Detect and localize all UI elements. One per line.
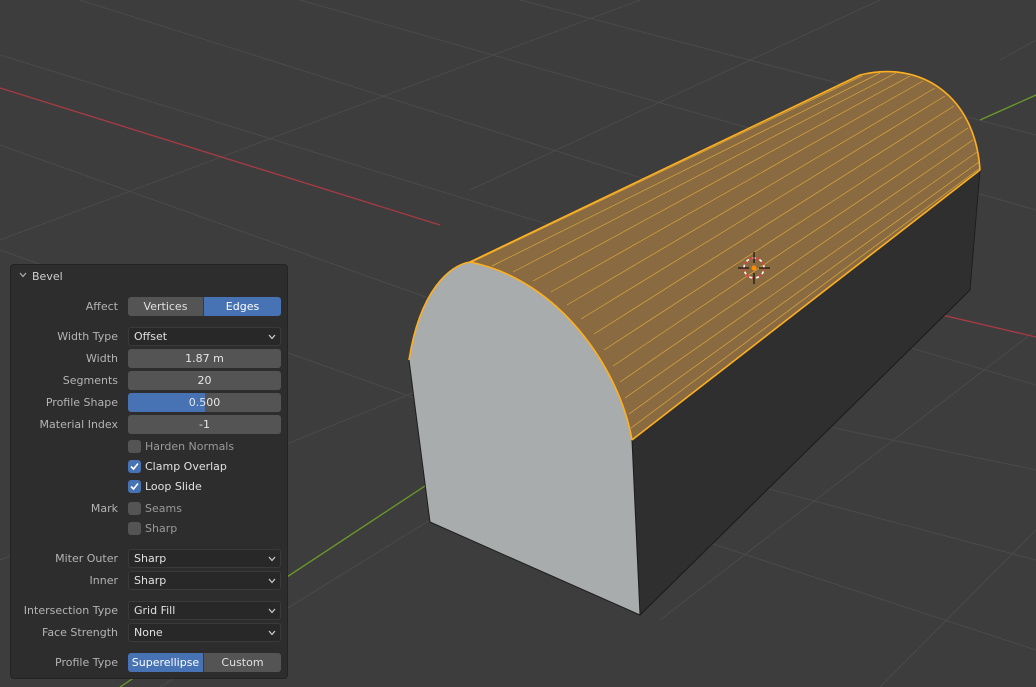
chevron-down-icon [268, 578, 276, 584]
profile-type-row: Profile Type Superellipse Custom [11, 653, 287, 673]
width-type-label: Width Type [57, 330, 118, 343]
material-index-value: -1 [199, 418, 210, 431]
checkmark-icon [130, 462, 139, 471]
inner-label: Inner [89, 574, 118, 587]
chevron-down-icon [268, 334, 276, 340]
width-type-value: Offset [134, 330, 168, 343]
face-strength-value: None [134, 626, 163, 639]
mark-label: Mark [90, 502, 118, 515]
mark-seams-row[interactable]: Mark Seams [11, 499, 287, 519]
inner-row: Inner Sharp [11, 571, 287, 591]
seams-checkbox[interactable] [128, 502, 141, 515]
loop-slide-checkbox[interactable] [128, 480, 141, 493]
segments-field[interactable]: 20 [128, 371, 281, 390]
width-type-dropdown[interactable]: Offset [128, 327, 281, 346]
affect-label: Affect [85, 300, 118, 313]
harden-normals-row[interactable]: Harden Normals [11, 437, 287, 457]
width-row: Width 1.87 m [11, 349, 287, 369]
profile-shape-slider[interactable]: 0.500 [128, 393, 281, 412]
checkmark-icon [130, 482, 139, 491]
bevel-operator-panel: Bevel Affect Vertices Edges Width Type O… [10, 264, 288, 679]
face-strength-label: Face Strength [42, 626, 118, 639]
profile-type-custom-button[interactable]: Custom [204, 653, 281, 672]
intersection-type-value: Grid Fill [134, 604, 176, 617]
segments-label: Segments [62, 374, 118, 387]
affect-edges-button[interactable]: Edges [204, 297, 281, 316]
loop-slide-label: Loop Slide [145, 480, 202, 493]
harden-normals-label: Harden Normals [145, 440, 235, 453]
chevron-down-icon [268, 630, 276, 636]
face-strength-dropdown[interactable]: None [128, 623, 281, 642]
sharp-checkbox[interactable] [128, 522, 141, 535]
mark-sharp-row[interactable]: Sharp [11, 519, 287, 539]
chevron-down-icon [268, 556, 276, 562]
segments-row: Segments 20 [11, 371, 287, 391]
intersection-type-dropdown[interactable]: Grid Fill [128, 601, 281, 620]
affect-row: Affect Vertices Edges [11, 297, 287, 317]
miter-outer-label: Miter Outer [55, 552, 118, 565]
clamp-overlap-checkbox[interactable] [128, 460, 141, 473]
intersection-type-row: Intersection Type Grid Fill [11, 601, 287, 621]
profile-type-superellipse-button[interactable]: Superellipse [128, 653, 204, 672]
affect-vertices-button[interactable]: Vertices [128, 297, 204, 316]
miter-outer-value: Sharp [134, 552, 167, 565]
chevron-down-icon [19, 272, 27, 278]
material-index-label: Material Index [39, 418, 118, 431]
face-strength-row: Face Strength None [11, 623, 287, 643]
profile-shape-value: 0.500 [188, 396, 221, 409]
seams-label: Seams [145, 502, 182, 515]
clamp-overlap-label: Clamp Overlap [145, 460, 227, 473]
material-index-field[interactable]: -1 [128, 415, 281, 434]
width-value: 1.87 m [185, 352, 224, 365]
miter-outer-dropdown[interactable]: Sharp [128, 549, 281, 568]
segments-value: 20 [197, 374, 212, 387]
chevron-down-icon [268, 608, 276, 614]
sharp-label: Sharp [145, 522, 178, 535]
origin-dot [751, 265, 757, 271]
width-label: Width [86, 352, 118, 365]
panel-title: Bevel [32, 270, 63, 283]
profile-shape-label: Profile Shape [45, 396, 118, 409]
clamp-overlap-row[interactable]: Clamp Overlap [11, 457, 287, 477]
material-index-row: Material Index -1 [11, 415, 287, 435]
profile-type-label: Profile Type [55, 656, 118, 669]
harden-normals-checkbox[interactable] [128, 440, 141, 453]
loop-slide-row[interactable]: Loop Slide [11, 477, 287, 497]
inner-value: Sharp [134, 574, 167, 587]
panel-header[interactable]: Bevel [11, 265, 287, 289]
width-type-row: Width Type Offset [11, 327, 287, 347]
profile-shape-row: Profile Shape 0.500 [11, 393, 287, 413]
inner-dropdown[interactable]: Sharp [128, 571, 281, 590]
width-field[interactable]: 1.87 m [128, 349, 281, 368]
intersection-type-label: Intersection Type [23, 604, 118, 617]
miter-outer-row: Miter Outer Sharp [11, 549, 287, 569]
